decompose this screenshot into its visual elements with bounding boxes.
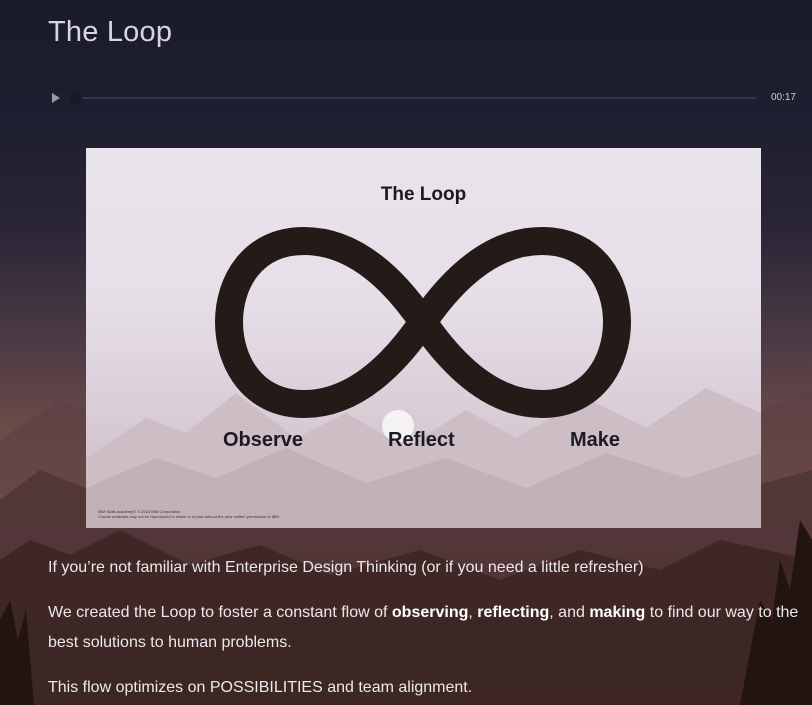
audio-player[interactable]: 00:17 [48, 86, 800, 110]
p2-text-e: , and [549, 604, 590, 621]
time-display: 00:17 [770, 92, 796, 103]
paragraph-flow: This flow optimizes on POSSIBILITIES and… [48, 679, 473, 696]
p2-text-a: We created the Loop to foster a constant… [48, 604, 392, 621]
p2-making: making [589, 604, 646, 621]
p2-reflecting: reflecting [477, 604, 550, 621]
slide-image: The Loop Observe Reflect Make IBM Skills… [86, 148, 761, 528]
p2-text-c: , [468, 604, 478, 621]
play-icon[interactable] [50, 91, 62, 105]
footer-line-2: Course materials may not be reproduced i… [98, 514, 280, 519]
p2-observing: observing [391, 604, 469, 621]
label-make: Make [570, 429, 621, 451]
seek-track[interactable] [76, 97, 756, 99]
paragraph-intro: If you’re not familiar with Enterprise D… [48, 559, 644, 576]
slide-footer: IBM Skills Academy© © 2023 IBM Corporati… [98, 509, 280, 519]
paragraph-loop: We created the Loop to foster a constant… [48, 598, 800, 658]
label-reflect: Reflect [388, 429, 455, 451]
page-title: The Loop [48, 16, 173, 48]
seek-handle[interactable] [70, 92, 82, 104]
label-observe: Observe [223, 429, 304, 451]
infinity-loop-icon [214, 226, 632, 419]
